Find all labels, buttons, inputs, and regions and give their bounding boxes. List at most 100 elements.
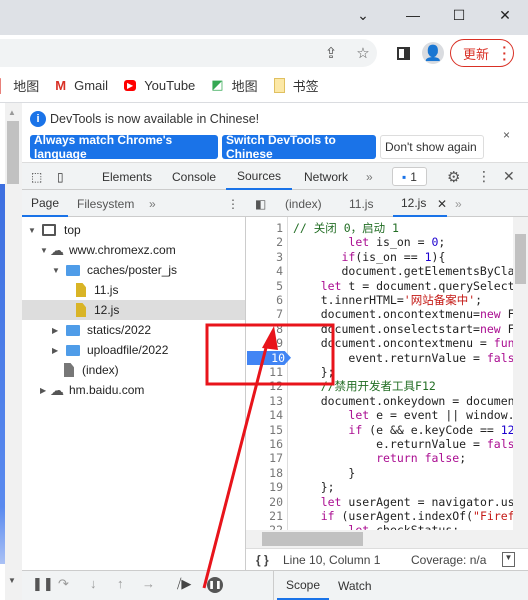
line-number[interactable]: 7 — [276, 307, 283, 321]
pretty-print-icon[interactable]: { } — [256, 553, 269, 567]
tab-watch[interactable]: Watch — [338, 572, 372, 600]
tree-item-folder[interactable]: ▼ caches/poster_js — [52, 260, 177, 280]
bookmark-gmail[interactable]: M Gmail — [55, 78, 108, 93]
step-out-icon[interactable]: ↑ — [117, 576, 124, 591]
line-number[interactable]: 20 — [269, 495, 283, 509]
minimize-button[interactable]: — — [390, 0, 436, 30]
bookmark-map[interactable]: ▌ 地图 — [0, 76, 39, 95]
page-scrollbar-thumb[interactable] — [7, 121, 19, 184]
code-line: document.oncontextmenu=new Function — [293, 307, 513, 322]
share-icon[interactable]: ⇪ — [320, 42, 342, 64]
update-button[interactable]: 更新 · · · — [450, 39, 514, 67]
line-number[interactable]: 14 — [269, 408, 283, 422]
tab-scope[interactable]: Scope — [277, 572, 330, 600]
scrollbar-thumb[interactable] — [515, 234, 526, 284]
close-tab-icon[interactable]: ✕ — [437, 190, 447, 217]
settings-gear-icon[interactable]: ⚙ — [447, 163, 460, 190]
line-number[interactable]: 2 — [276, 235, 283, 249]
maximize-button[interactable]: ☐ — [436, 0, 482, 30]
scrollbar-thumb[interactable] — [262, 532, 363, 546]
close-devtools-icon[interactable]: ✕ — [503, 163, 515, 190]
more-tabs-icon[interactable]: » — [366, 163, 373, 190]
step-into-icon[interactable]: ↓ — [90, 576, 97, 591]
line-number[interactable]: 13 — [269, 394, 283, 408]
tree-item-folder[interactable]: ▶ uploadfile/2022 — [52, 340, 168, 360]
line-number[interactable]: 4 — [276, 264, 283, 278]
step-over-icon[interactable]: ↷ — [58, 576, 69, 592]
code-editor[interactable]: // 关闭 0，启动 1 let is_on = 0; if(is_on == … — [289, 217, 513, 530]
device-toolbar-icon[interactable]: ▯ — [57, 163, 64, 190]
more-editor-tabs-icon[interactable]: » — [455, 190, 462, 217]
line-number[interactable]: 15 — [269, 423, 283, 437]
line-number[interactable]: 9 — [276, 336, 283, 350]
tab-filesystem[interactable]: Filesystem — [77, 190, 134, 217]
tree-label: top — [64, 223, 81, 237]
tree-item-folder[interactable]: ▶ statics/2022 — [52, 320, 151, 340]
tree-item-file-selected[interactable]: 12.js — [22, 300, 245, 320]
toggle-navigator-icon[interactable]: ◧ — [255, 190, 266, 217]
tab-search-button[interactable]: ⌄ — [340, 0, 386, 30]
line-number[interactable]: 21 — [269, 509, 283, 523]
line-number[interactable]: 16 — [269, 437, 283, 451]
folder-icon — [66, 264, 80, 276]
side-panel-icon[interactable] — [392, 42, 414, 64]
tree-item-top[interactable]: ▼ top — [28, 220, 81, 240]
tab-elements[interactable]: Elements — [102, 163, 152, 190]
switch-to-chinese-button[interactable]: Switch DevTools to Chinese — [222, 133, 376, 161]
show-drawer-icon[interactable]: ▼ — [502, 552, 515, 567]
pause-icon[interactable]: ❚❚ — [32, 576, 54, 592]
line-number[interactable]: 17 — [269, 451, 283, 465]
line-number[interactable]: 8 — [276, 322, 283, 336]
close-infobar-icon[interactable]: × — [503, 128, 510, 142]
line-number[interactable]: 18 — [269, 466, 283, 480]
inspect-element-icon[interactable]: ⬚ — [31, 163, 42, 190]
deactivate-breakpoints-icon[interactable]: ⧸▶ — [177, 576, 191, 592]
profile-avatar[interactable]: 👤 — [422, 42, 444, 64]
tab-page[interactable]: Page — [22, 190, 69, 217]
more-navigator-tabs-icon[interactable]: » — [149, 190, 156, 217]
line-number[interactable]: 6 — [276, 293, 283, 307]
dont-show-again-button[interactable]: Don't show again — [380, 135, 484, 159]
line-number[interactable]: 12 — [269, 379, 283, 393]
bookmark-folder[interactable]: 书签 — [273, 76, 319, 95]
bookmark-star-icon[interactable]: ☆ — [352, 42, 374, 64]
update-label: 更新 — [463, 46, 490, 62]
code-line: if (userAgent.indexOf("Firefox" — [320, 509, 513, 523]
document-icon — [64, 363, 74, 377]
tree-item-document[interactable]: (index) — [64, 360, 119, 380]
tree-item-file[interactable]: 11.js — [76, 280, 118, 300]
step-icon[interactable]: → — [142, 576, 155, 591]
editor-vertical-scrollbar[interactable] — [513, 217, 528, 530]
cloud-icon: ☁ — [50, 241, 64, 258]
close-window-button[interactable]: ✕ — [482, 0, 528, 30]
pause-on-exceptions-icon[interactable]: ❚❚ — [207, 577, 223, 593]
code-line: event.returnValue = false — [293, 350, 513, 365]
line-number[interactable]: 3 — [276, 250, 283, 264]
scroll-up-icon[interactable]: ▲ — [8, 108, 16, 117]
map-icon: ▌ — [0, 77, 6, 93]
always-match-language-button[interactable]: Always match Chrome's language — [30, 133, 218, 161]
navigator-menu-icon[interactable]: ⋮ — [227, 190, 239, 217]
menu-icon[interactable]: · · · — [502, 40, 507, 66]
line-number[interactable]: 5 — [276, 279, 283, 293]
line-number[interactable]: 11 — [269, 365, 283, 379]
code-line: document.onkeydown = document — [293, 393, 513, 408]
tab-network[interactable]: Network — [304, 163, 348, 190]
line-number-gutter[interactable]: 12345678910111213141516171819202122 — [246, 217, 291, 537]
tree-item-domain[interactable]: ▼ ☁ www.chromexz.com — [40, 240, 176, 260]
editor-horizontal-scrollbar[interactable] — [246, 530, 528, 548]
bookmark-youtube[interactable]: ▶ YouTube — [124, 78, 195, 93]
editor-tab-index[interactable]: (index) — [285, 190, 322, 217]
tree-item-domain[interactable]: ▶ ☁ hm.baidu.com — [40, 380, 144, 400]
bookmark-google-maps[interactable]: ◩ 地图 — [211, 76, 257, 95]
more-options-icon[interactable]: ⋮ — [477, 163, 491, 190]
editor-tab-11js[interactable]: 11.js — [349, 190, 373, 217]
tab-sources[interactable]: Sources — [226, 163, 293, 190]
line-number[interactable]: 19 — [269, 480, 283, 494]
tab-console[interactable]: Console — [172, 163, 216, 190]
issues-button[interactable]: ▪ 1 — [392, 167, 427, 186]
code-line: let userAgent = navigator.userAgent — [320, 494, 513, 509]
scroll-down-icon[interactable]: ▼ — [8, 576, 16, 585]
breakpoint-marker[interactable]: 10 — [247, 350, 291, 365]
line-number[interactable]: 1 — [276, 221, 283, 235]
